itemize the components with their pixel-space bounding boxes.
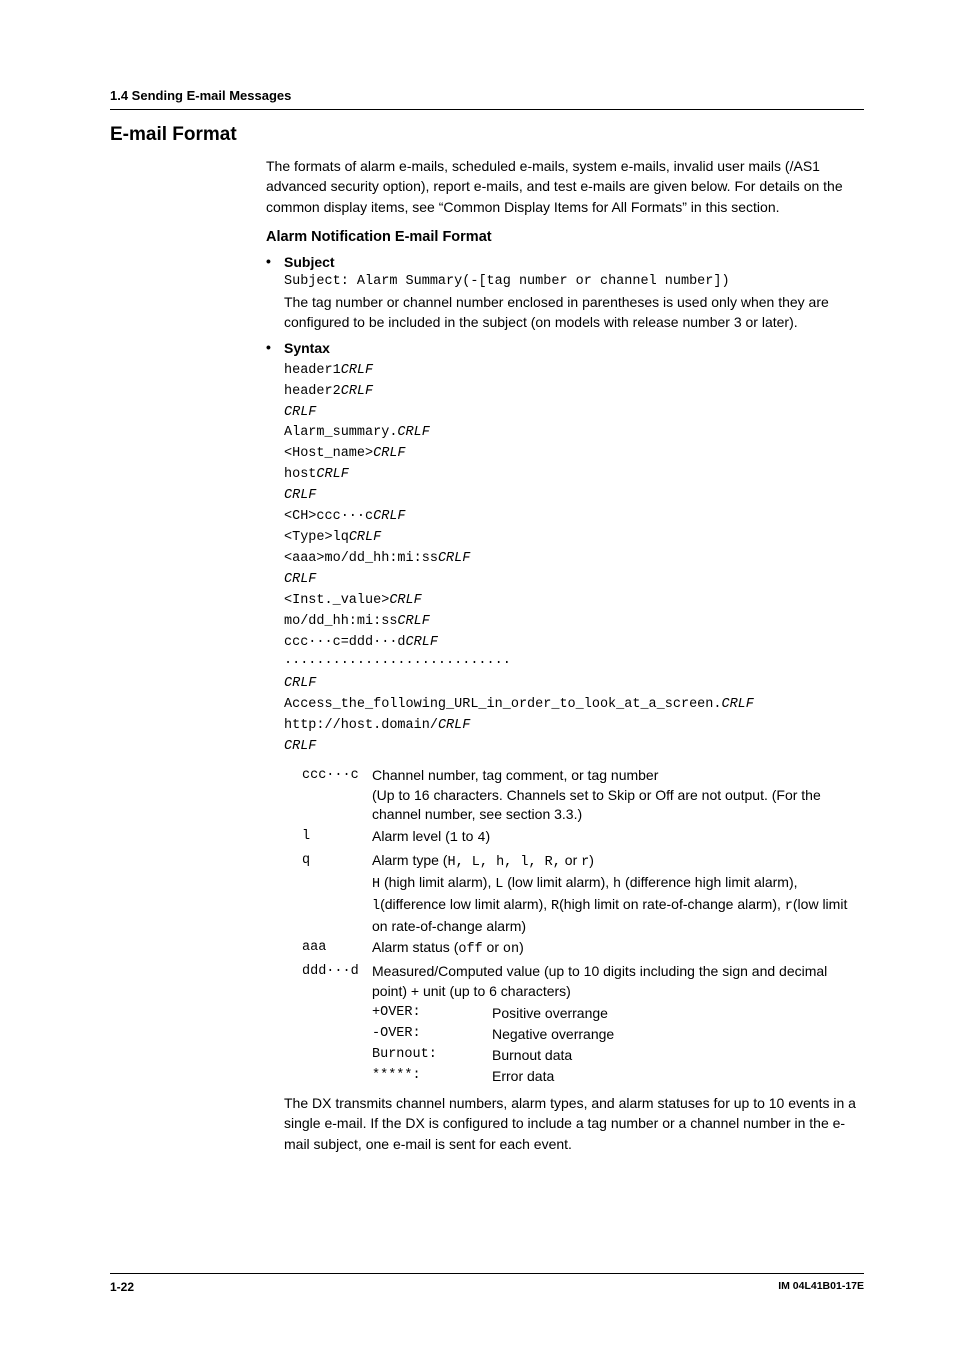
footer-rule: [110, 1273, 864, 1274]
def-q-detail: H (high limit alarm), L (low limit alarm…: [372, 873, 864, 936]
subval-key: +OVER:: [372, 1003, 492, 1024]
subject-code: Subject: Alarm Summary(-[tag number or c…: [284, 272, 864, 292]
syntax-block: header1CRLFheader2CRLFCRLFAlarm_summary.…: [284, 361, 864, 759]
subval-row: *****:Error data: [372, 1066, 864, 1087]
subval-key: *****:: [372, 1066, 492, 1087]
def-body-line: Channel number, tag comment, or tag numb…: [372, 766, 864, 786]
bullet-dot-icon: •: [266, 252, 284, 272]
page: 1.4 Sending E-mail Messages E-mail Forma…: [0, 0, 954, 1350]
footer-doc-id: IM 04L41B01-17E: [778, 1280, 864, 1294]
ddd-subvalues: +OVER:Positive overrange-OVER:Negative o…: [372, 1003, 864, 1087]
def-row-l: l Alarm level (1 to 4): [302, 827, 864, 849]
subval-key: Burnout:: [372, 1045, 492, 1066]
def-body-line: (Up to 16 characters. Channels set to Sk…: [372, 786, 864, 825]
subval-row: -OVER:Negative overrange: [372, 1024, 864, 1045]
subval-value: Positive overrange: [492, 1003, 864, 1024]
subval-row: +OVER:Positive overrange: [372, 1003, 864, 1024]
def-body: Alarm type (H, L, h, l, R, or r) H (high…: [372, 851, 864, 936]
definition-list: ccc···c Channel number, tag comment, or …: [302, 766, 864, 1087]
def-term: l: [302, 827, 372, 849]
footer-page-number: 1-22: [110, 1280, 134, 1294]
subval-key: -OVER:: [372, 1024, 492, 1045]
subval-value: Error data: [492, 1066, 864, 1087]
breadcrumb: 1.4 Sending E-mail Messages: [110, 88, 864, 103]
def-row-ddd: ddd···d Measured/Computed value (up to 1…: [302, 962, 864, 1087]
intro-paragraph: The formats of alarm e-mails, scheduled …: [266, 156, 864, 217]
def-term: aaa: [302, 938, 372, 960]
def-term: ccc···c: [302, 766, 372, 825]
subject-code-body: Alarm Summary(-[tag number or channel nu…: [357, 274, 730, 289]
def-term: q: [302, 851, 372, 936]
subject-label: Subject: [284, 252, 864, 272]
section-title: E-mail Format: [110, 124, 864, 146]
def-body-line: Measured/Computed value (up to 10 digits…: [372, 962, 864, 1001]
content-block: The formats of alarm e-mails, scheduled …: [266, 156, 864, 1154]
def-row-ccc: ccc···c Channel number, tag comment, or …: [302, 766, 864, 825]
bullet-dot-icon: •: [266, 338, 284, 358]
closing-paragraph: The DX transmits channel numbers, alarm …: [284, 1093, 864, 1154]
bullet-subject: • Subject Subject: Alarm Summary(-[tag n…: [266, 252, 864, 336]
subval-value: Negative overrange: [492, 1024, 864, 1045]
def-row-q: q Alarm type (H, L, h, l, R, or r) H (hi…: [302, 851, 864, 936]
subval-value: Burnout data: [492, 1045, 864, 1066]
alarm-heading: Alarm Notification E-mail Format: [266, 227, 864, 248]
bullet-syntax: • Syntax header1CRLFheader2CRLFCRLFAlarm…: [266, 338, 864, 1154]
def-row-aaa: aaa Alarm status (off or on): [302, 938, 864, 960]
subval-row: Burnout:Burnout data: [372, 1045, 864, 1066]
subject-note: The tag number or channel number enclose…: [284, 292, 864, 333]
def-term: ddd···d: [302, 962, 372, 1087]
subject-code-prefix: Subject:: [284, 274, 349, 289]
syntax-label: Syntax: [284, 338, 864, 358]
def-body: Alarm level (1 to 4): [372, 827, 864, 849]
page-footer: 1-22 IM 04L41B01-17E: [0, 1273, 954, 1294]
top-rule: [110, 109, 864, 110]
def-body: Alarm status (off or on): [372, 938, 864, 960]
